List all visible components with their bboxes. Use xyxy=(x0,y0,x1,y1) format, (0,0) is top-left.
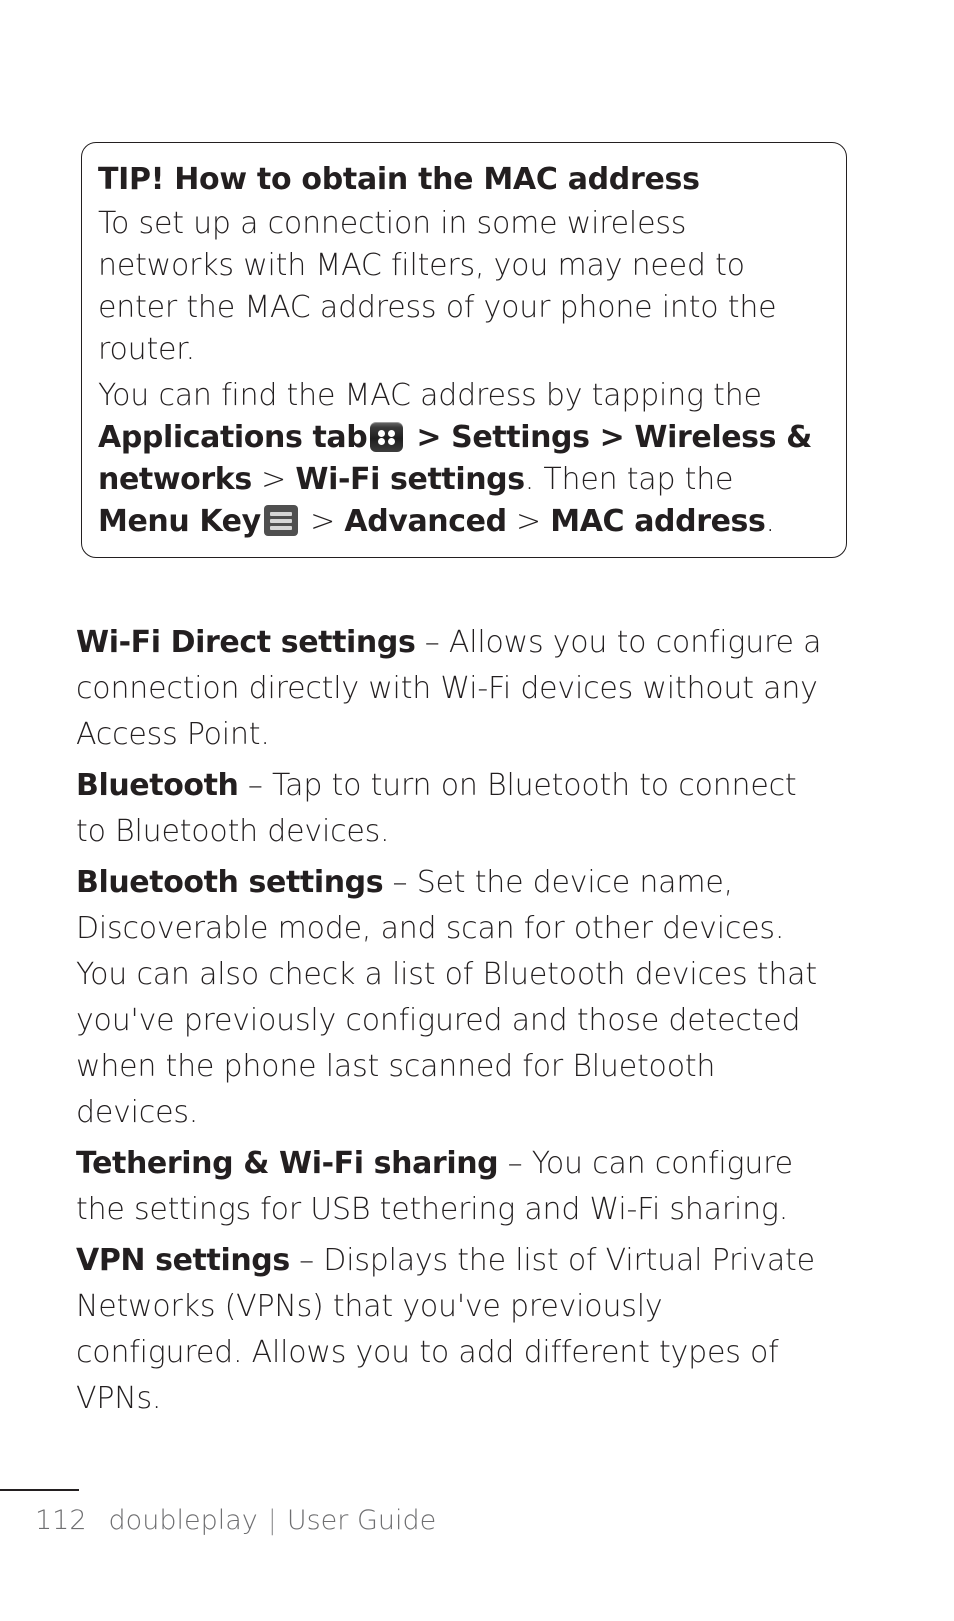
tip-sep-2: > xyxy=(251,462,296,497)
setting-entry-vpn: VPN settings – Displays the list of Virt… xyxy=(76,1238,832,1422)
setting-term-bluetooth: Bluetooth xyxy=(76,768,239,803)
footer-page-number: 112 xyxy=(35,1505,87,1536)
menu-key-label: Menu Key xyxy=(98,504,261,539)
setting-desc-bluetooth-settings: – Set the device name, Discoverable mode… xyxy=(76,865,817,1130)
tip-paragraph-1: To set up a connection in some wireless … xyxy=(98,206,777,367)
setting-term-vpn: VPN settings xyxy=(76,1243,290,1278)
tip-callout-box: TIP! How to obtain the MAC address To se… xyxy=(81,142,847,558)
applications-tab-label: Applications tab xyxy=(98,420,368,455)
footer-product-name: doubleplay xyxy=(108,1505,258,1536)
tip-sep-4: > xyxy=(506,504,551,539)
tip-sep-1: > xyxy=(589,420,635,455)
setting-entry-bluetooth: Bluetooth – Tap to turn on Bluetooth to … xyxy=(76,763,832,855)
menu-key-icon xyxy=(263,505,298,536)
tip-paragraph-2: You can find the MAC address by tapping … xyxy=(98,375,828,543)
manual-page: TIP! How to obtain the MAC address To se… xyxy=(0,0,954,1621)
footer-doc-type: User Guide xyxy=(286,1505,437,1536)
footer-separator: | xyxy=(267,1505,277,1536)
footer-divider-rule xyxy=(0,1489,79,1491)
tip-then-text: . Then tap the xyxy=(524,462,734,497)
tip-sep-3: > xyxy=(300,504,345,539)
tip-p2-lead: You can find the MAC address by tapping … xyxy=(98,378,762,413)
setting-entry-tethering: Tethering & Wi-Fi sharing – You can conf… xyxy=(76,1141,832,1233)
tip-sep-after-apps: > xyxy=(406,420,452,455)
setting-term-tethering: Tethering & Wi-Fi sharing xyxy=(76,1146,499,1181)
setting-entry-bluetooth-settings: Bluetooth settings – Set the device name… xyxy=(76,860,832,1136)
tip-end-period: . xyxy=(765,504,775,539)
settings-description-list: Wi-Fi Direct settings – Allows you to co… xyxy=(76,620,832,1427)
applications-tab-icon xyxy=(370,422,404,452)
mac-address-label: MAC address xyxy=(550,504,766,539)
settings-label: Settings xyxy=(451,420,590,455)
page-footer: 112 doubleplay | User Guide xyxy=(35,1503,436,1539)
tip-title: TIP! How to obtain the MAC address xyxy=(98,162,700,197)
setting-term-bluetooth-settings: Bluetooth settings xyxy=(76,865,384,900)
setting-term-wifi-direct: Wi-Fi Direct settings xyxy=(76,625,416,660)
setting-entry-wifi-direct: Wi-Fi Direct settings – Allows you to co… xyxy=(76,620,832,758)
advanced-label: Advanced xyxy=(344,504,507,539)
wifi-settings-label: Wi-Fi settings xyxy=(295,462,525,497)
